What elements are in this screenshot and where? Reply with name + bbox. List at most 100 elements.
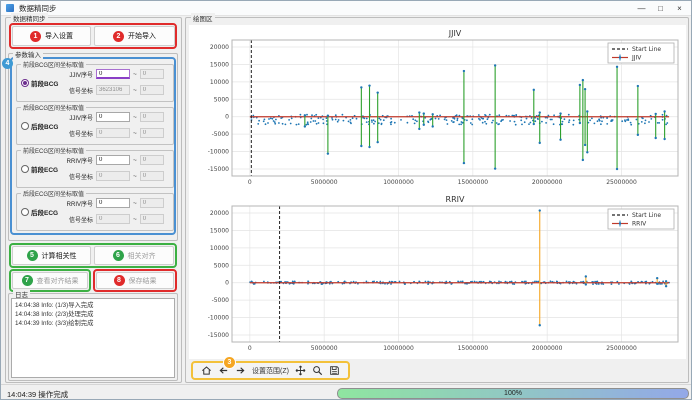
rriv-index-start-input[interactable] — [96, 155, 130, 165]
tilde: ~ — [133, 200, 137, 207]
jjiv-index-label: JJIV序号 — [59, 70, 93, 79]
params-group-title: 参数输入 — [13, 49, 43, 59]
signal-coord-label: 信号坐标 — [59, 172, 93, 181]
plot-toolbar: 3 设置范围(Z) — [191, 361, 350, 380]
svg-text:5000000: 5000000 — [311, 179, 338, 186]
app-window: 数据精同步 — □ × 数据精同步 1 导入设置 2 开始导入 参数输入 4 前… — [0, 0, 692, 400]
home-icon[interactable] — [201, 365, 212, 376]
svg-text:JJIV: JJIV — [448, 29, 462, 38]
save-result-button[interactable]: 8 保存结果 — [96, 272, 174, 289]
view-result-label: 查看对齐结果 — [37, 276, 79, 286]
jjiv-index-label: JJIV序号 — [59, 113, 93, 122]
save-result-label: 保存结果 — [129, 276, 157, 286]
rear-ecg-radio[interactable]: 后段ECG — [21, 207, 58, 217]
maximize-button[interactable]: □ — [651, 1, 670, 15]
rear-bcg-section: 后段BCG区间坐标取值 后段BCG JJIV序号 ~ 信号坐标 ~ — [16, 107, 174, 145]
forward-icon[interactable] — [235, 365, 246, 376]
save-figure-icon[interactable] — [329, 365, 340, 376]
jjiv-index-start-input[interactable] — [96, 112, 130, 122]
signal-coord-row: 信号坐标 ~ — [59, 171, 164, 181]
jjiv-index-start-input[interactable] — [96, 69, 130, 79]
svg-text:Start Line: Start Line — [632, 212, 661, 219]
start-import-button[interactable]: 2 开始导入 — [94, 26, 175, 46]
signal-coord-end-input — [140, 85, 164, 95]
rriv-index-label: RRIV序号 — [59, 199, 93, 208]
app-icon — [6, 4, 14, 12]
svg-text:20000000: 20000000 — [532, 345, 563, 352]
radio-icon — [21, 208, 29, 216]
svg-text:-10000: -10000 — [208, 149, 229, 156]
signal-coord-label: 信号坐标 — [59, 129, 93, 138]
svg-text:15000: 15000 — [210, 61, 229, 68]
tilde: ~ — [133, 114, 137, 121]
svg-text:0: 0 — [248, 179, 252, 186]
front-bcg-radio[interactable]: 前段BCG — [21, 78, 58, 88]
svg-text:RRIV: RRIV — [446, 195, 465, 204]
view-result-button[interactable]: 7 查看对齐结果 — [12, 272, 88, 289]
log-area[interactable]: 14:04:38 Info: (1/3)导入完成14:04:38 Info: (… — [11, 298, 175, 378]
svg-text:15000000: 15000000 — [458, 345, 489, 352]
rear-bcg-radio[interactable]: 后段BCG — [21, 121, 58, 131]
front-ecg-section-title: 前段ECG区间坐标取值 — [21, 146, 86, 155]
set-range-button[interactable]: 设置范围(Z) — [252, 366, 289, 376]
signal-coord-label: 信号坐标 — [59, 215, 93, 224]
tilde: ~ — [133, 71, 137, 78]
jjiv-index-row: JJIV序号 ~ — [59, 112, 164, 122]
log-line: 14:04:39 Info: (3/3)绘制完成 — [15, 319, 171, 328]
front-bcg-section-title: 前段BCG区间坐标取值 — [21, 60, 86, 69]
import-settings-button[interactable]: 1 导入设置 — [12, 26, 91, 46]
front-ecg-radio-label: 前段ECG — [31, 164, 58, 174]
step-5-badge: 5 — [27, 250, 38, 261]
jjiv-chart[interactable]: 0500000010000000150000002000000025000000… — [190, 27, 684, 191]
svg-text:15000: 15000 — [210, 227, 229, 234]
log-line: 14:04:38 Info: (2/3)处理完成 — [15, 310, 171, 319]
rriv-index-label: RRIV序号 — [59, 156, 93, 165]
step-8-badge: 8 — [114, 275, 125, 286]
svg-text:5000000: 5000000 — [311, 345, 338, 352]
signal-coord-row: 信号坐标 ~ — [59, 128, 164, 138]
front-ecg-radio[interactable]: 前段ECG — [21, 164, 58, 174]
zoom-icon[interactable] — [312, 365, 323, 376]
minimize-button[interactable]: — — [632, 1, 651, 15]
radio-icon — [21, 165, 29, 173]
correlation-align-button[interactable]: 6 相关对齐 — [94, 246, 174, 265]
jjiv-index-end-input — [140, 69, 164, 79]
pan-icon[interactable] — [295, 365, 306, 376]
signal-coord-start-input — [96, 214, 130, 224]
svg-text:-10000: -10000 — [208, 315, 229, 322]
step-2-badge: 2 — [113, 31, 124, 42]
svg-text:0: 0 — [248, 345, 252, 352]
svg-text:Start Line: Start Line — [632, 46, 661, 53]
svg-text:20000000: 20000000 — [532, 179, 563, 186]
rriv-index-end-input — [140, 198, 164, 208]
plot-group-title: 绘图区 — [191, 13, 215, 23]
close-button[interactable]: × — [670, 1, 689, 15]
import-settings-label: 导入设置 — [45, 31, 73, 41]
svg-text:10000: 10000 — [210, 79, 229, 86]
tilde: ~ — [133, 157, 137, 164]
start-import-label: 开始导入 — [128, 31, 156, 41]
svg-text:5000: 5000 — [214, 262, 229, 269]
sync-group-title: 数据精同步 — [11, 13, 48, 23]
step-4-badge: 4 — [2, 58, 13, 69]
signal-coord-end-input — [140, 171, 164, 181]
tilde: ~ — [133, 87, 137, 94]
svg-text:-5000: -5000 — [212, 131, 230, 138]
signal-coord-start-input — [96, 85, 130, 95]
front-bcg-radio-label: 前段BCG — [31, 78, 58, 88]
rriv-index-end-input — [140, 155, 164, 165]
calc-correlation-button[interactable]: 5 计算相关性 — [12, 246, 91, 265]
rriv-index-start-input[interactable] — [96, 198, 130, 208]
signal-coord-end-input — [140, 128, 164, 138]
rear-ecg-section: 后段ECG区间坐标取值 后段ECG RRIV序号 ~ 信号坐标 ~ — [16, 193, 174, 231]
rear-ecg-section-title: 后段ECG区间坐标取值 — [21, 189, 86, 198]
svg-text:-15000: -15000 — [208, 166, 229, 173]
svg-text:0: 0 — [225, 280, 229, 287]
rriv-chart[interactable]: 0500000010000000150000002000000025000000… — [190, 193, 684, 357]
svg-text:-5000: -5000 — [212, 297, 230, 304]
tilde: ~ — [133, 173, 137, 180]
svg-text:5000: 5000 — [214, 96, 229, 103]
signal-coord-start-input — [96, 171, 130, 181]
radio-icon — [21, 79, 29, 87]
svg-text:20000: 20000 — [210, 44, 229, 51]
